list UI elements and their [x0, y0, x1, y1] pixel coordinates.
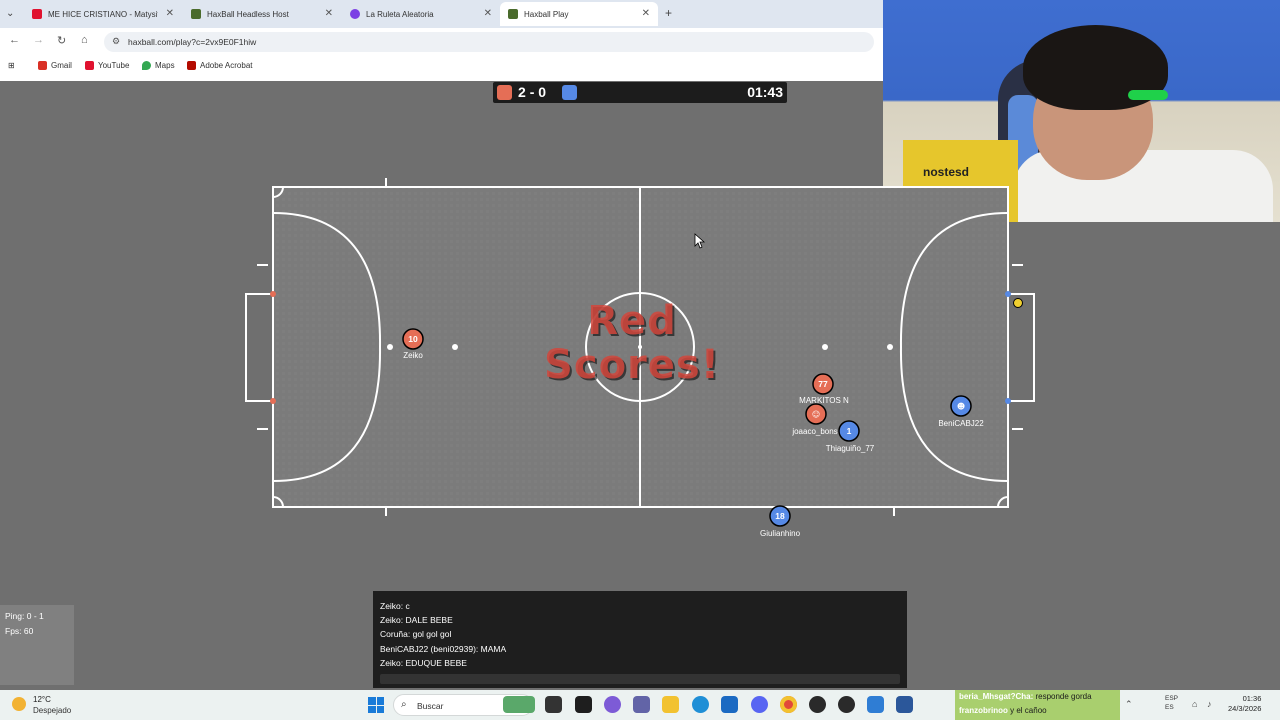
weather-temperature: 12°C: [33, 695, 51, 704]
language-indicator[interactable]: ESP ES: [1165, 694, 1178, 712]
weather-sun-icon[interactable]: [12, 697, 26, 711]
weather-description: Despejado: [33, 706, 72, 715]
player-name: Zeiko: [403, 351, 423, 360]
player-number: 1: [847, 426, 852, 436]
widget-icon[interactable]: [503, 696, 535, 713]
teams-icon[interactable]: [633, 696, 650, 713]
player-zeiko: 10: [402, 328, 424, 350]
clock-date: 24/3/2026: [1228, 704, 1262, 713]
player-number: 10: [408, 334, 418, 344]
player-emoji-icon: ☻: [957, 402, 965, 411]
notification-user: beria_Mhsgat?Cha:: [959, 692, 1034, 701]
player-joaaco: ☺: [805, 403, 827, 425]
net-stats: Ping: 0 - 1 Fps: 60: [0, 605, 74, 685]
copilot-icon[interactable]: [604, 696, 621, 713]
media-player-icon[interactable]: [838, 696, 855, 713]
penalty-spot: [387, 344, 393, 350]
search-placeholder: Buscar: [417, 701, 444, 711]
chat-message: Zeiko: DALE BEBE: [380, 615, 453, 625]
network-icon[interactable]: ⌂: [1192, 699, 1197, 709]
fps-text: Fps: 60: [5, 626, 34, 636]
player-name: Thiaguiño_77: [825, 444, 875, 453]
player-giulianhino: 18: [769, 505, 791, 527]
penalty-spot: [822, 344, 828, 350]
chat-input[interactable]: [380, 674, 900, 684]
goal-post-red: [270, 398, 276, 404]
notification-user: franzobrinoo: [959, 706, 1008, 715]
chrome-icon[interactable]: [780, 696, 797, 713]
obs-icon[interactable]: [809, 696, 826, 713]
chat-overlay-notification: beria_Mhsgat?Cha: responde gorda franzob…: [955, 690, 1120, 720]
player-benicabj: ☻: [950, 395, 972, 417]
chat-message: Zeiko: c: [380, 601, 410, 611]
file-explorer-icon[interactable]: [662, 696, 679, 713]
player-number: 77: [818, 379, 828, 389]
chat-message: Zeiko: EDUQUE BEBE: [380, 658, 467, 668]
goal-banner-line1: Red: [587, 298, 677, 344]
player-name: Giulianhino: [759, 529, 801, 538]
word-icon[interactable]: [896, 696, 913, 713]
right-goal: [1007, 293, 1035, 402]
app-icon[interactable]: [575, 696, 592, 713]
player-name: joaaco_bons: [792, 427, 838, 436]
volume-icon[interactable]: ♪: [1207, 699, 1212, 709]
penalty-spot: [887, 344, 893, 350]
clock-time: 01:36: [1242, 694, 1262, 703]
edge-icon[interactable]: [692, 696, 709, 713]
discord-icon[interactable]: [751, 696, 768, 713]
goal-post-blue: [1005, 291, 1011, 297]
ping-text: Ping: 0 - 1: [5, 611, 44, 621]
notification-line: beria_Mhsgat?Cha: responde gorda: [959, 692, 1092, 701]
keyboard-layout: ES: [1165, 704, 1174, 711]
chat-message: BeniCABJ22 (beni02939): MAMA: [380, 644, 507, 654]
start-button[interactable]: [368, 697, 384, 713]
player-number: 18: [775, 511, 785, 521]
goal-banner-line2: Scores!: [544, 342, 720, 388]
left-goal: [245, 293, 274, 402]
player-name: BeniCABJ22: [938, 419, 984, 428]
language-code: ESP: [1165, 695, 1179, 702]
chat-panel: Zeiko: c Zeiko: DALE BEBE Coruña: gol go…: [373, 591, 907, 688]
store-icon[interactable]: [721, 696, 738, 713]
system-clock[interactable]: 01:36 24/3/2026: [1228, 694, 1261, 714]
notification-text: y el cañoo: [1010, 706, 1047, 715]
player-thiaguino: 1: [838, 420, 860, 442]
notification-line: franzobrinoo y el cañoo: [959, 706, 1047, 715]
chat-message: Coruña: gol gol gol: [380, 629, 452, 639]
tray-chevron-icon[interactable]: ⌃: [1125, 699, 1133, 710]
notification-text: responde gorda: [1035, 692, 1092, 701]
player-emoji-icon: ☺: [812, 410, 820, 419]
taskbar: 12°C Despejado ⌕ Buscar beria_Mhsgat?Cha…: [0, 690, 1280, 720]
goal-post-blue: [1005, 398, 1011, 404]
ball: [1013, 298, 1023, 308]
penalty-spot: [452, 344, 458, 350]
player-name: MARKITOS N: [799, 396, 849, 405]
goal-post-red: [270, 291, 276, 297]
notepad-icon[interactable]: [867, 696, 884, 713]
search-icon: ⌕: [401, 699, 407, 710]
task-view-icon[interactable]: [545, 696, 562, 713]
player-markitos: 77: [812, 373, 834, 395]
